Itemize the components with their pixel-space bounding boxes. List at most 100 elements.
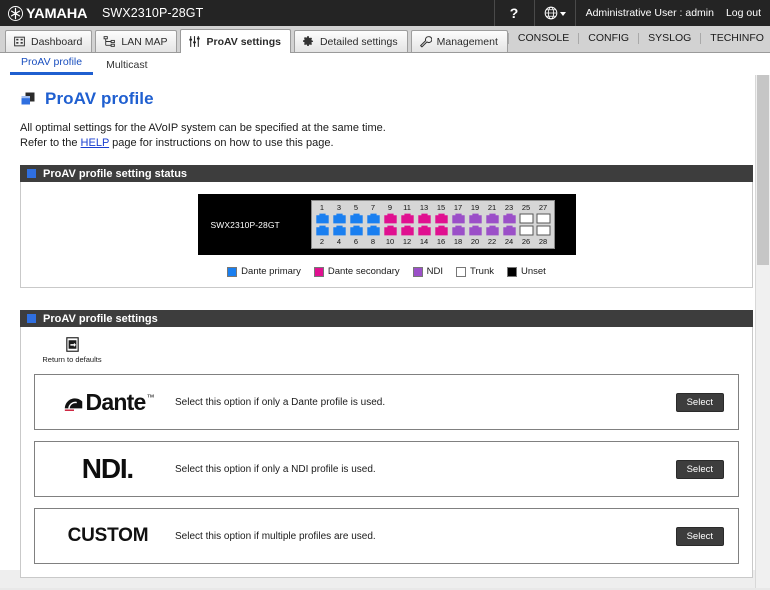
card-description: Select this option if only a Dante profi… [175, 396, 386, 408]
port-2[interactable] [315, 225, 330, 236]
port-number-label: 19 [470, 203, 480, 212]
return-to-defaults-label: Return to defaults [42, 355, 102, 364]
dante-wordmark: Dante [85, 389, 147, 415]
legend-label: Dante primary [241, 266, 301, 277]
port-18[interactable] [451, 225, 466, 236]
help-button[interactable]: ? [493, 0, 534, 26]
port-number-label: 24 [504, 237, 514, 246]
nav-tab-label: Management [436, 35, 498, 48]
port-number-label: 3 [336, 203, 342, 212]
select-button[interactable]: Select [675, 392, 724, 412]
port-column: 19 20 [468, 203, 483, 246]
port-1[interactable] [315, 213, 330, 224]
legend-item: Trunk [456, 266, 494, 277]
port-number-label: 8 [370, 237, 376, 246]
port-pair [417, 212, 432, 237]
port-number-label: 9 [387, 203, 393, 212]
port-3[interactable] [332, 213, 347, 224]
section-marker-icon [27, 169, 36, 178]
port-11[interactable] [400, 213, 415, 224]
port-23[interactable] [502, 213, 517, 224]
section-header-status: ProAV profile setting status [20, 165, 753, 182]
port-number-label: 16 [436, 237, 446, 246]
port-pair [451, 212, 466, 237]
logout-link[interactable]: Log out [726, 7, 761, 19]
port-6[interactable] [349, 225, 364, 236]
return-to-defaults-button[interactable]: Return to defaults [37, 336, 107, 364]
profile-window-icon [21, 92, 35, 105]
nav-link-techinfo[interactable]: TECHINFO [700, 33, 770, 44]
sub-tab-proav-profile[interactable]: ProAV profile [10, 56, 94, 75]
port-pair [502, 212, 517, 237]
port-20[interactable] [468, 225, 483, 236]
port-12[interactable] [400, 225, 415, 236]
port-17[interactable] [451, 213, 466, 224]
nav-tab-lan-map[interactable]: LAN MAP [95, 30, 178, 52]
port-number-label: 17 [453, 203, 463, 212]
port-26[interactable] [519, 225, 534, 236]
ndi-dot: . [126, 453, 135, 484]
port-number-label: 20 [470, 237, 480, 246]
port-number-label: 6 [353, 237, 359, 246]
port-7[interactable] [366, 213, 381, 224]
header-right-group: ? Administrative User : admin Log out [493, 0, 770, 26]
legend-swatch-icon [506, 266, 517, 277]
port-25[interactable] [519, 213, 534, 224]
yamaha-tuning-fork-icon [8, 5, 23, 21]
port-9[interactable] [383, 213, 398, 224]
brand-block: YAMAHA SWX2310P-28GT [0, 0, 203, 26]
select-button[interactable]: Select [675, 459, 724, 479]
port-pair [519, 212, 534, 237]
port-28[interactable] [536, 225, 551, 236]
port-5[interactable] [349, 213, 364, 224]
page-title: ProAV profile [20, 89, 770, 109]
profile-card-ndi: NDI. Select this option if only a NDI pro… [34, 441, 739, 497]
nav-quick-links: CONSOLE CONFIG SYSLOG TECHINFO [507, 25, 770, 52]
nav-tab-management[interactable]: Management [410, 30, 508, 52]
sub-tab-multicast[interactable]: Multicast [95, 59, 158, 75]
nav-tab-proav-settings[interactable]: ProAV settings [180, 29, 291, 53]
port-19[interactable] [468, 213, 483, 224]
port-number-label: 26 [521, 237, 531, 246]
port-number-label: 5 [353, 203, 359, 212]
port-4[interactable] [332, 225, 347, 236]
top-header-bar: YAMAHA SWX2310P-28GT ? Administrative Us… [0, 0, 770, 26]
port-column: 25 26 [519, 203, 534, 246]
port-22[interactable] [485, 225, 500, 236]
nav-link-console[interactable]: CONSOLE [507, 33, 578, 44]
legend-swatch-icon [456, 266, 467, 277]
select-button[interactable]: Select [675, 526, 724, 546]
port-27[interactable] [536, 213, 551, 224]
globe-icon [544, 6, 557, 20]
port-pair [434, 212, 449, 237]
page-description-line2: Refer to the HELP page for instructions … [20, 136, 770, 151]
language-selector[interactable] [533, 0, 576, 26]
nav-link-config[interactable]: CONFIG [578, 33, 638, 44]
port-13[interactable] [417, 213, 432, 224]
port-15[interactable] [434, 213, 449, 224]
legend-swatch-icon [412, 266, 423, 277]
custom-wordmark: CUSTOM [67, 525, 149, 546]
nav-tab-label: Detailed settings [319, 35, 398, 48]
port-column: 15 16 [434, 203, 449, 246]
nav-tab-label: ProAV settings [206, 35, 281, 48]
port-number-label: 4 [336, 237, 342, 246]
nav-link-syslog[interactable]: SYSLOG [638, 33, 700, 44]
port-pair [315, 212, 330, 237]
wrench-icon [419, 36, 432, 48]
legend-item: Dante secondary [313, 266, 400, 277]
help-page-link[interactable]: HELP [81, 137, 110, 149]
port-number-label: 13 [419, 203, 429, 212]
port-14[interactable] [417, 225, 432, 236]
port-10[interactable] [383, 225, 398, 236]
nav-tab-label: LAN MAP [121, 35, 168, 48]
port-8[interactable] [366, 225, 381, 236]
nav-tab-dashboard[interactable]: Dashboard [5, 30, 93, 52]
section-title-status: ProAV profile setting status [43, 167, 188, 180]
port-16[interactable] [434, 225, 449, 236]
port-21[interactable] [485, 213, 500, 224]
port-24[interactable] [502, 225, 517, 236]
gear-icon [303, 36, 314, 47]
nav-tab-detailed-settings[interactable]: Detailed settings [293, 30, 408, 52]
device-diagram-wrap: SWX2310P-28GT 1 2 3 4 5 6 7 8 9 10 11 12 13 14 15 16 17 1… [21, 194, 752, 255]
